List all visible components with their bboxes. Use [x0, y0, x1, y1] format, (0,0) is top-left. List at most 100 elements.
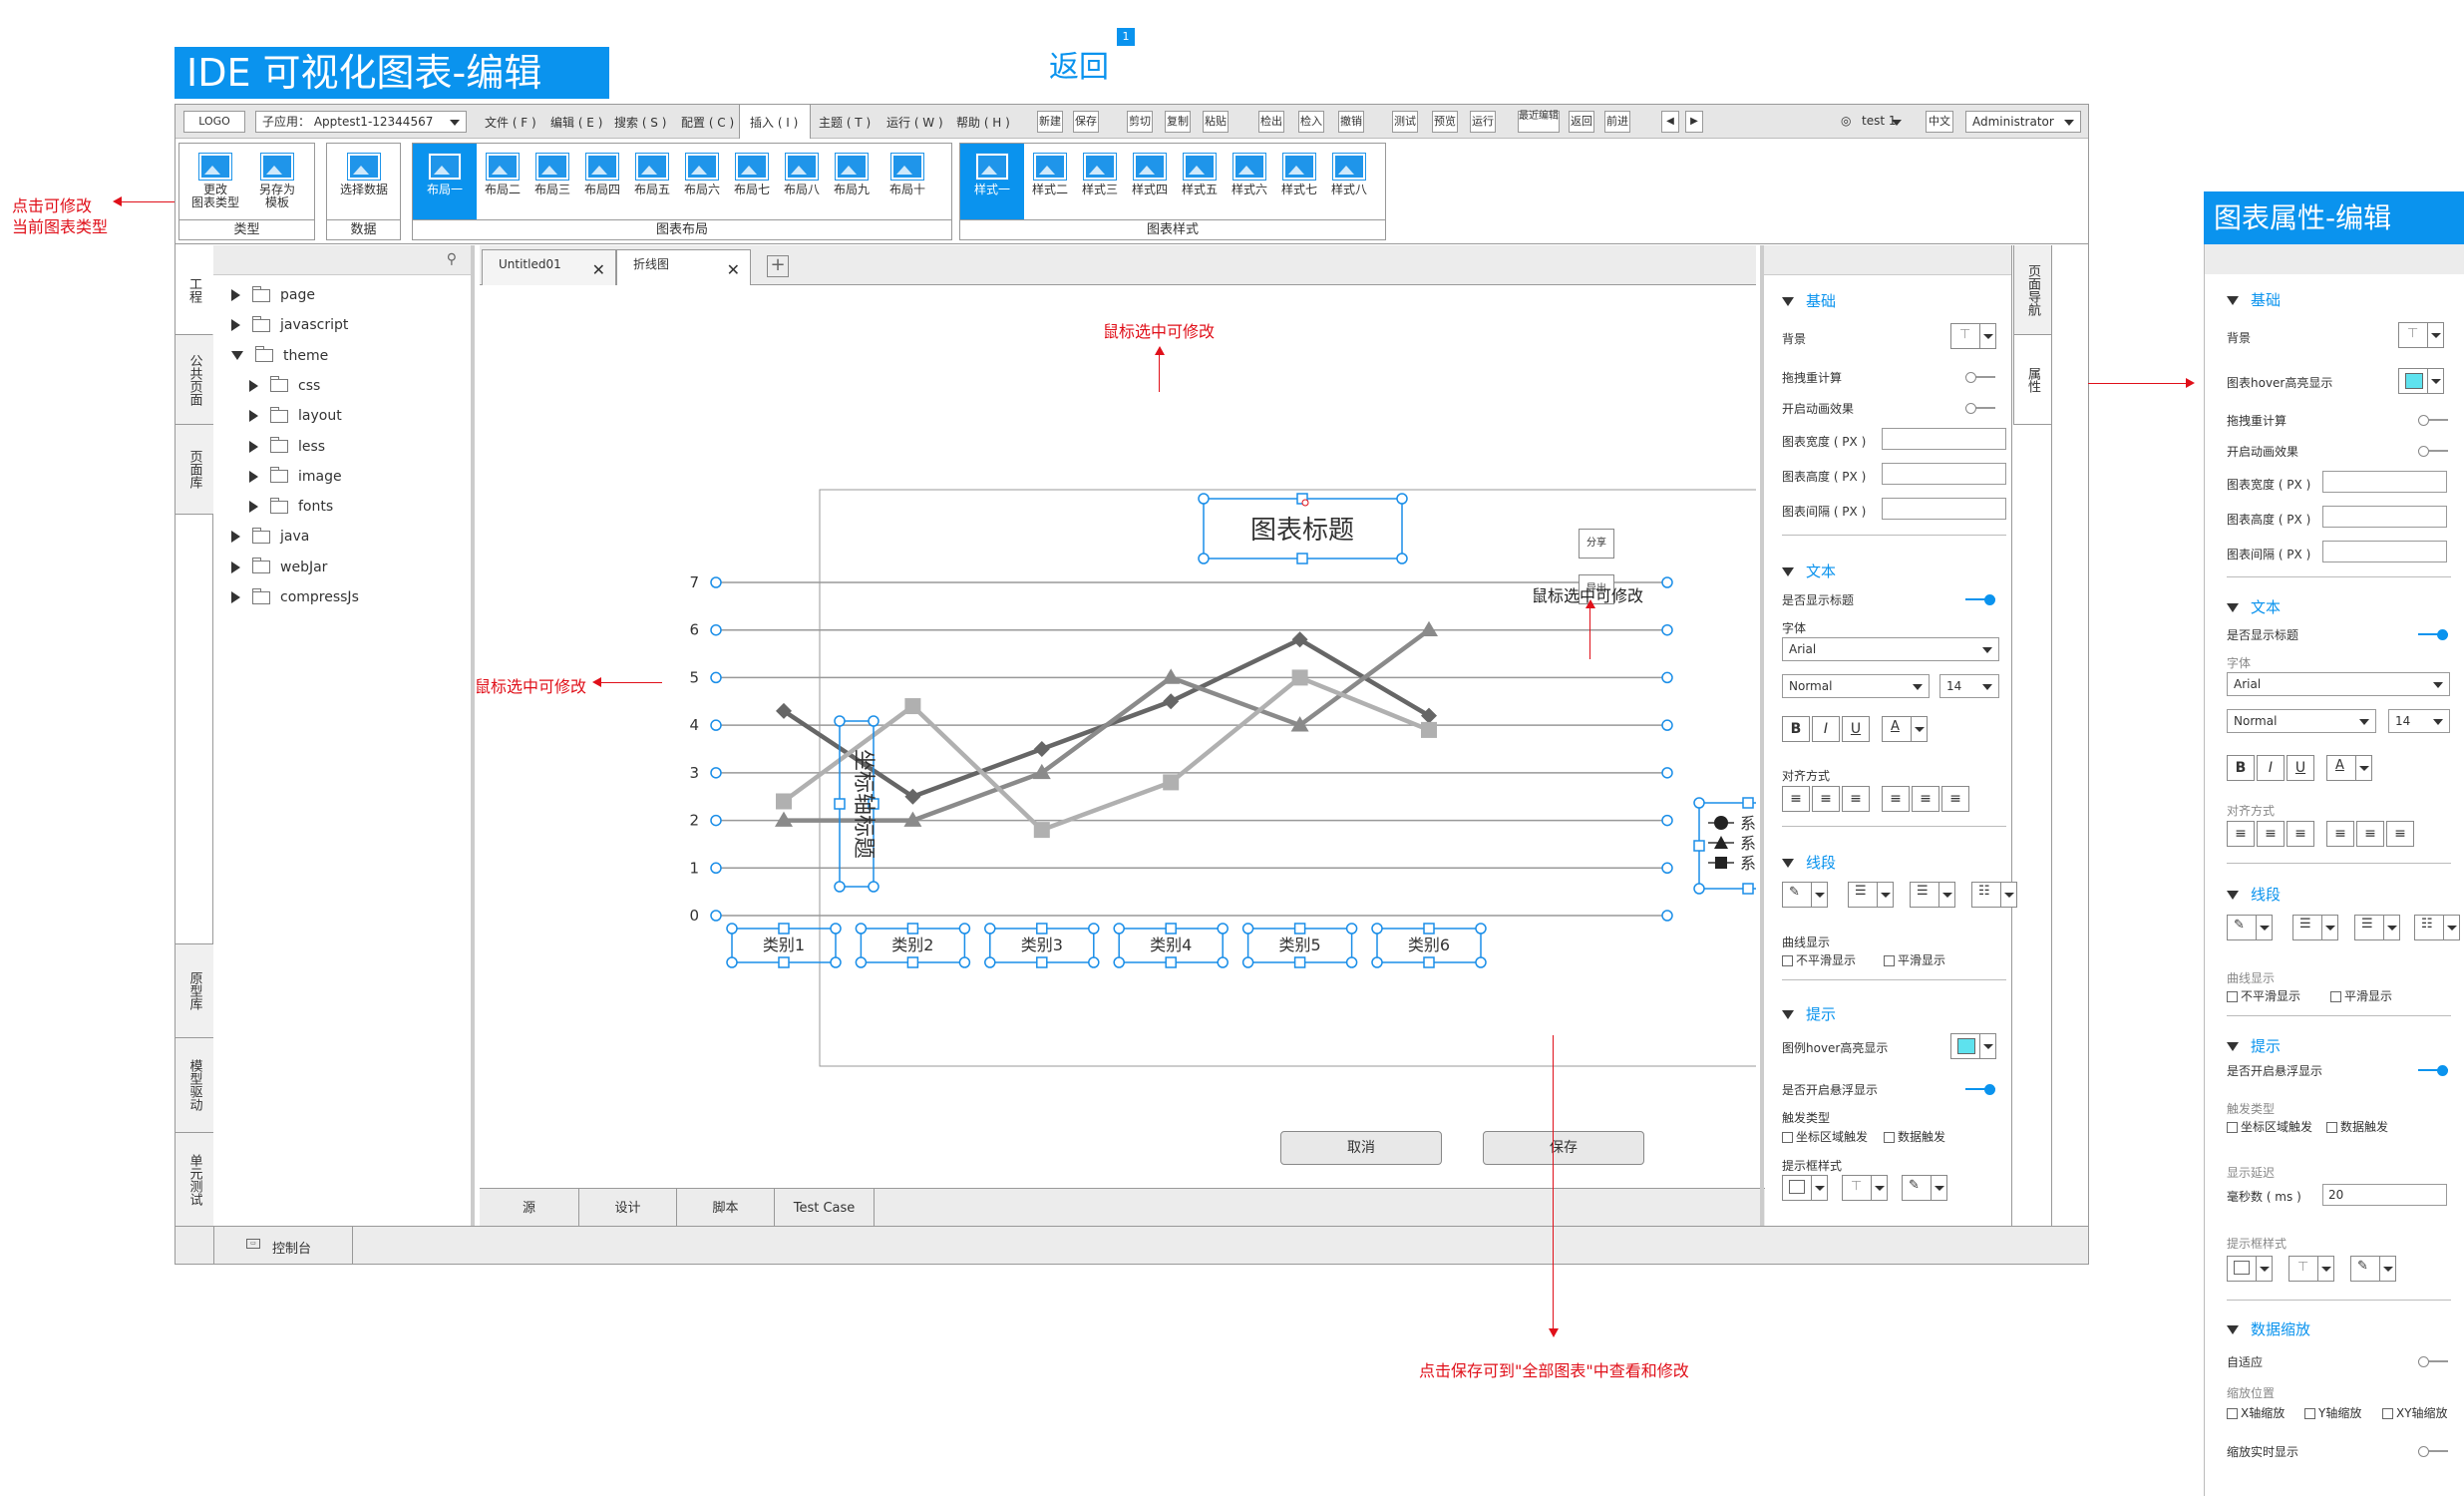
run-button[interactable]: 运行	[1470, 111, 1496, 133]
tip-fill-picker[interactable]: ⊤	[1842, 1175, 1888, 1201]
tip-border-picker[interactable]	[1782, 1175, 1828, 1201]
tab-page-library[interactable]: 页面库	[176, 425, 213, 515]
checkin-button[interactable]: 检入	[1298, 111, 1324, 133]
animation-toggle[interactable]	[2418, 446, 2448, 457]
show-title-toggle[interactable]	[2418, 629, 2448, 640]
layout-option-6[interactable]: 布局六	[678, 144, 726, 219]
preview-button[interactable]: 预览	[1432, 111, 1458, 133]
font-weight-select[interactable]: Normal	[1782, 674, 1930, 698]
style-option-8[interactable]: 样式八	[1325, 144, 1373, 219]
line-color-picker[interactable]: ✎	[1782, 882, 1828, 908]
section-line[interactable]: 线段	[2227, 884, 2281, 905]
tip-fill-picker[interactable]: ⊤	[2288, 1256, 2334, 1282]
line-style-picker[interactable]: ☰	[1910, 882, 1955, 908]
collapsed-arrow-icon[interactable]	[249, 470, 258, 483]
style-option-1[interactable]: 样式一	[960, 144, 1024, 219]
no-smooth-checkbox[interactable]: 不平滑显示	[1782, 951, 1856, 968]
tree-item[interactable]: java	[231, 527, 309, 545]
tab-test-case[interactable]: Test Case	[775, 1189, 875, 1229]
smooth-checkbox[interactable]: 平滑显示	[2330, 987, 2392, 1004]
layout-option-3[interactable]: 布局三	[528, 144, 576, 219]
layout-option-9[interactable]: 布局九	[828, 144, 876, 219]
collapsed-arrow-icon[interactable]	[231, 531, 240, 544]
copy-button[interactable]: 复制	[1165, 111, 1191, 133]
next-arrow-icon[interactable]: ▶	[1685, 111, 1703, 133]
menu-help[interactable]: 帮助 ( H )	[956, 114, 1010, 131]
tree-search-bar[interactable]: ⚲	[213, 245, 471, 275]
role-select[interactable]: Administrator	[1965, 111, 2081, 133]
layout-option-5[interactable]: 布局五	[628, 144, 676, 219]
align-left-icon[interactable]: ≡	[1782, 786, 1810, 812]
valign-top-icon[interactable]: ≡	[1882, 786, 1910, 812]
expanded-arrow-icon[interactable]	[231, 351, 243, 361]
x-zoom-checkbox[interactable]: X轴缩放	[2227, 1404, 2285, 1421]
tab-properties[interactable]: 属性	[2013, 335, 2051, 425]
test-button[interactable]: 测试	[1392, 111, 1418, 133]
layout-option-10[interactable]: 布局十	[878, 144, 937, 219]
tree-item[interactable]: page	[231, 285, 315, 303]
valign-bottom-icon[interactable]: ≡	[2386, 821, 2414, 847]
style-option-6[interactable]: 样式六	[1226, 144, 1273, 219]
font-size-select[interactable]: 14	[2388, 709, 2450, 733]
change-chart-type-button[interactable]: 更改 图表类型	[187, 144, 243, 219]
undo-button[interactable]: 撤销	[1338, 111, 1364, 133]
drag-recalc-toggle[interactable]	[2418, 415, 2448, 426]
user-menu[interactable]: test 1	[1856, 111, 1908, 133]
hover-color-picker[interactable]	[2398, 368, 2444, 394]
save-tool-button[interactable]: 保存	[1073, 111, 1099, 133]
menu-file[interactable]: 文件 ( F )	[485, 114, 536, 131]
align-center-icon[interactable]: ≡	[1812, 786, 1840, 812]
menu-run[interactable]: 运行 ( W )	[886, 114, 943, 131]
select-data-button[interactable]: 选择数据	[333, 144, 395, 219]
tree-item[interactable]: image	[249, 467, 342, 485]
legend-hover-color-picker[interactable]	[1950, 1033, 1996, 1059]
no-smooth-checkbox[interactable]: 不平滑显示	[2227, 987, 2300, 1004]
checkout-button[interactable]: 检出	[1258, 111, 1284, 133]
line-settings-picker[interactable]: ☷	[2414, 915, 2460, 940]
cancel-button[interactable]: 取消	[1280, 1131, 1442, 1165]
height-input[interactable]	[1882, 463, 2006, 485]
save-as-template-button[interactable]: 另存为 模板	[249, 144, 305, 219]
y-zoom-checkbox[interactable]: Y轴缩放	[2304, 1404, 2361, 1421]
font-color-picker[interactable]: A	[2326, 755, 2372, 781]
style-option-2[interactable]: 样式二	[1026, 144, 1074, 219]
save-button[interactable]: 保存	[1483, 1131, 1644, 1165]
section-tip[interactable]: 提示	[2227, 1035, 2281, 1056]
cut-button[interactable]: 剪切	[1127, 111, 1153, 133]
section-zoom[interactable]: 数据缩放	[2227, 1318, 2310, 1339]
valign-middle-icon[interactable]: ≡	[2356, 821, 2384, 847]
style-option-4[interactable]: 样式四	[1126, 144, 1174, 219]
bold-button[interactable]: B	[1782, 716, 1810, 742]
tree-item[interactable]: compressJs	[231, 587, 359, 605]
section-basic[interactable]: 基础	[2227, 289, 2281, 310]
zoom-live-toggle[interactable]	[2418, 1446, 2448, 1457]
style-option-5[interactable]: 样式五	[1176, 144, 1224, 219]
console-tab[interactable]: ▭ 控制台	[213, 1227, 353, 1265]
line-width-picker[interactable]: ☰	[1848, 882, 1894, 908]
tab-page-navigation[interactable]: 页面导航	[2013, 245, 2051, 335]
tree-item[interactable]: theme	[231, 346, 328, 364]
menu-config[interactable]: 配置 ( C )	[681, 114, 734, 131]
tree-item[interactable]: less	[249, 437, 325, 455]
width-input[interactable]	[2322, 471, 2447, 493]
background-picker[interactable]: ⊤	[2398, 322, 2444, 348]
tip-border-picker[interactable]	[2227, 1256, 2273, 1282]
width-input[interactable]	[1882, 428, 2006, 450]
tab-source[interactable]: 源	[480, 1189, 579, 1229]
collapsed-arrow-icon[interactable]	[249, 501, 258, 514]
new-button[interactable]: 新建	[1037, 111, 1063, 133]
gap-input[interactable]	[2322, 541, 2447, 562]
share-button[interactable]: 分享	[1579, 529, 1614, 559]
app-select[interactable]: 子应用： Apptest1-12344567	[255, 111, 467, 133]
background-picker[interactable]: ⊤	[1950, 323, 1996, 349]
language-button[interactable]: 中文	[1926, 111, 1953, 133]
layout-option-1[interactable]: 布局一	[413, 144, 477, 219]
gap-input[interactable]	[1882, 498, 2006, 520]
line-settings-picker[interactable]: ☷	[1971, 882, 2017, 908]
align-right-icon[interactable]: ≡	[2287, 821, 2314, 847]
underline-button[interactable]: U	[1842, 716, 1870, 742]
axis-trigger-checkbox[interactable]: 坐标区域触发	[2227, 1118, 2312, 1135]
xy-zoom-checkbox[interactable]: XY轴缩放	[2382, 1404, 2448, 1421]
font-size-select[interactable]: 14	[1939, 674, 1999, 698]
tab-prototype-library[interactable]: 原型库	[176, 943, 213, 1038]
